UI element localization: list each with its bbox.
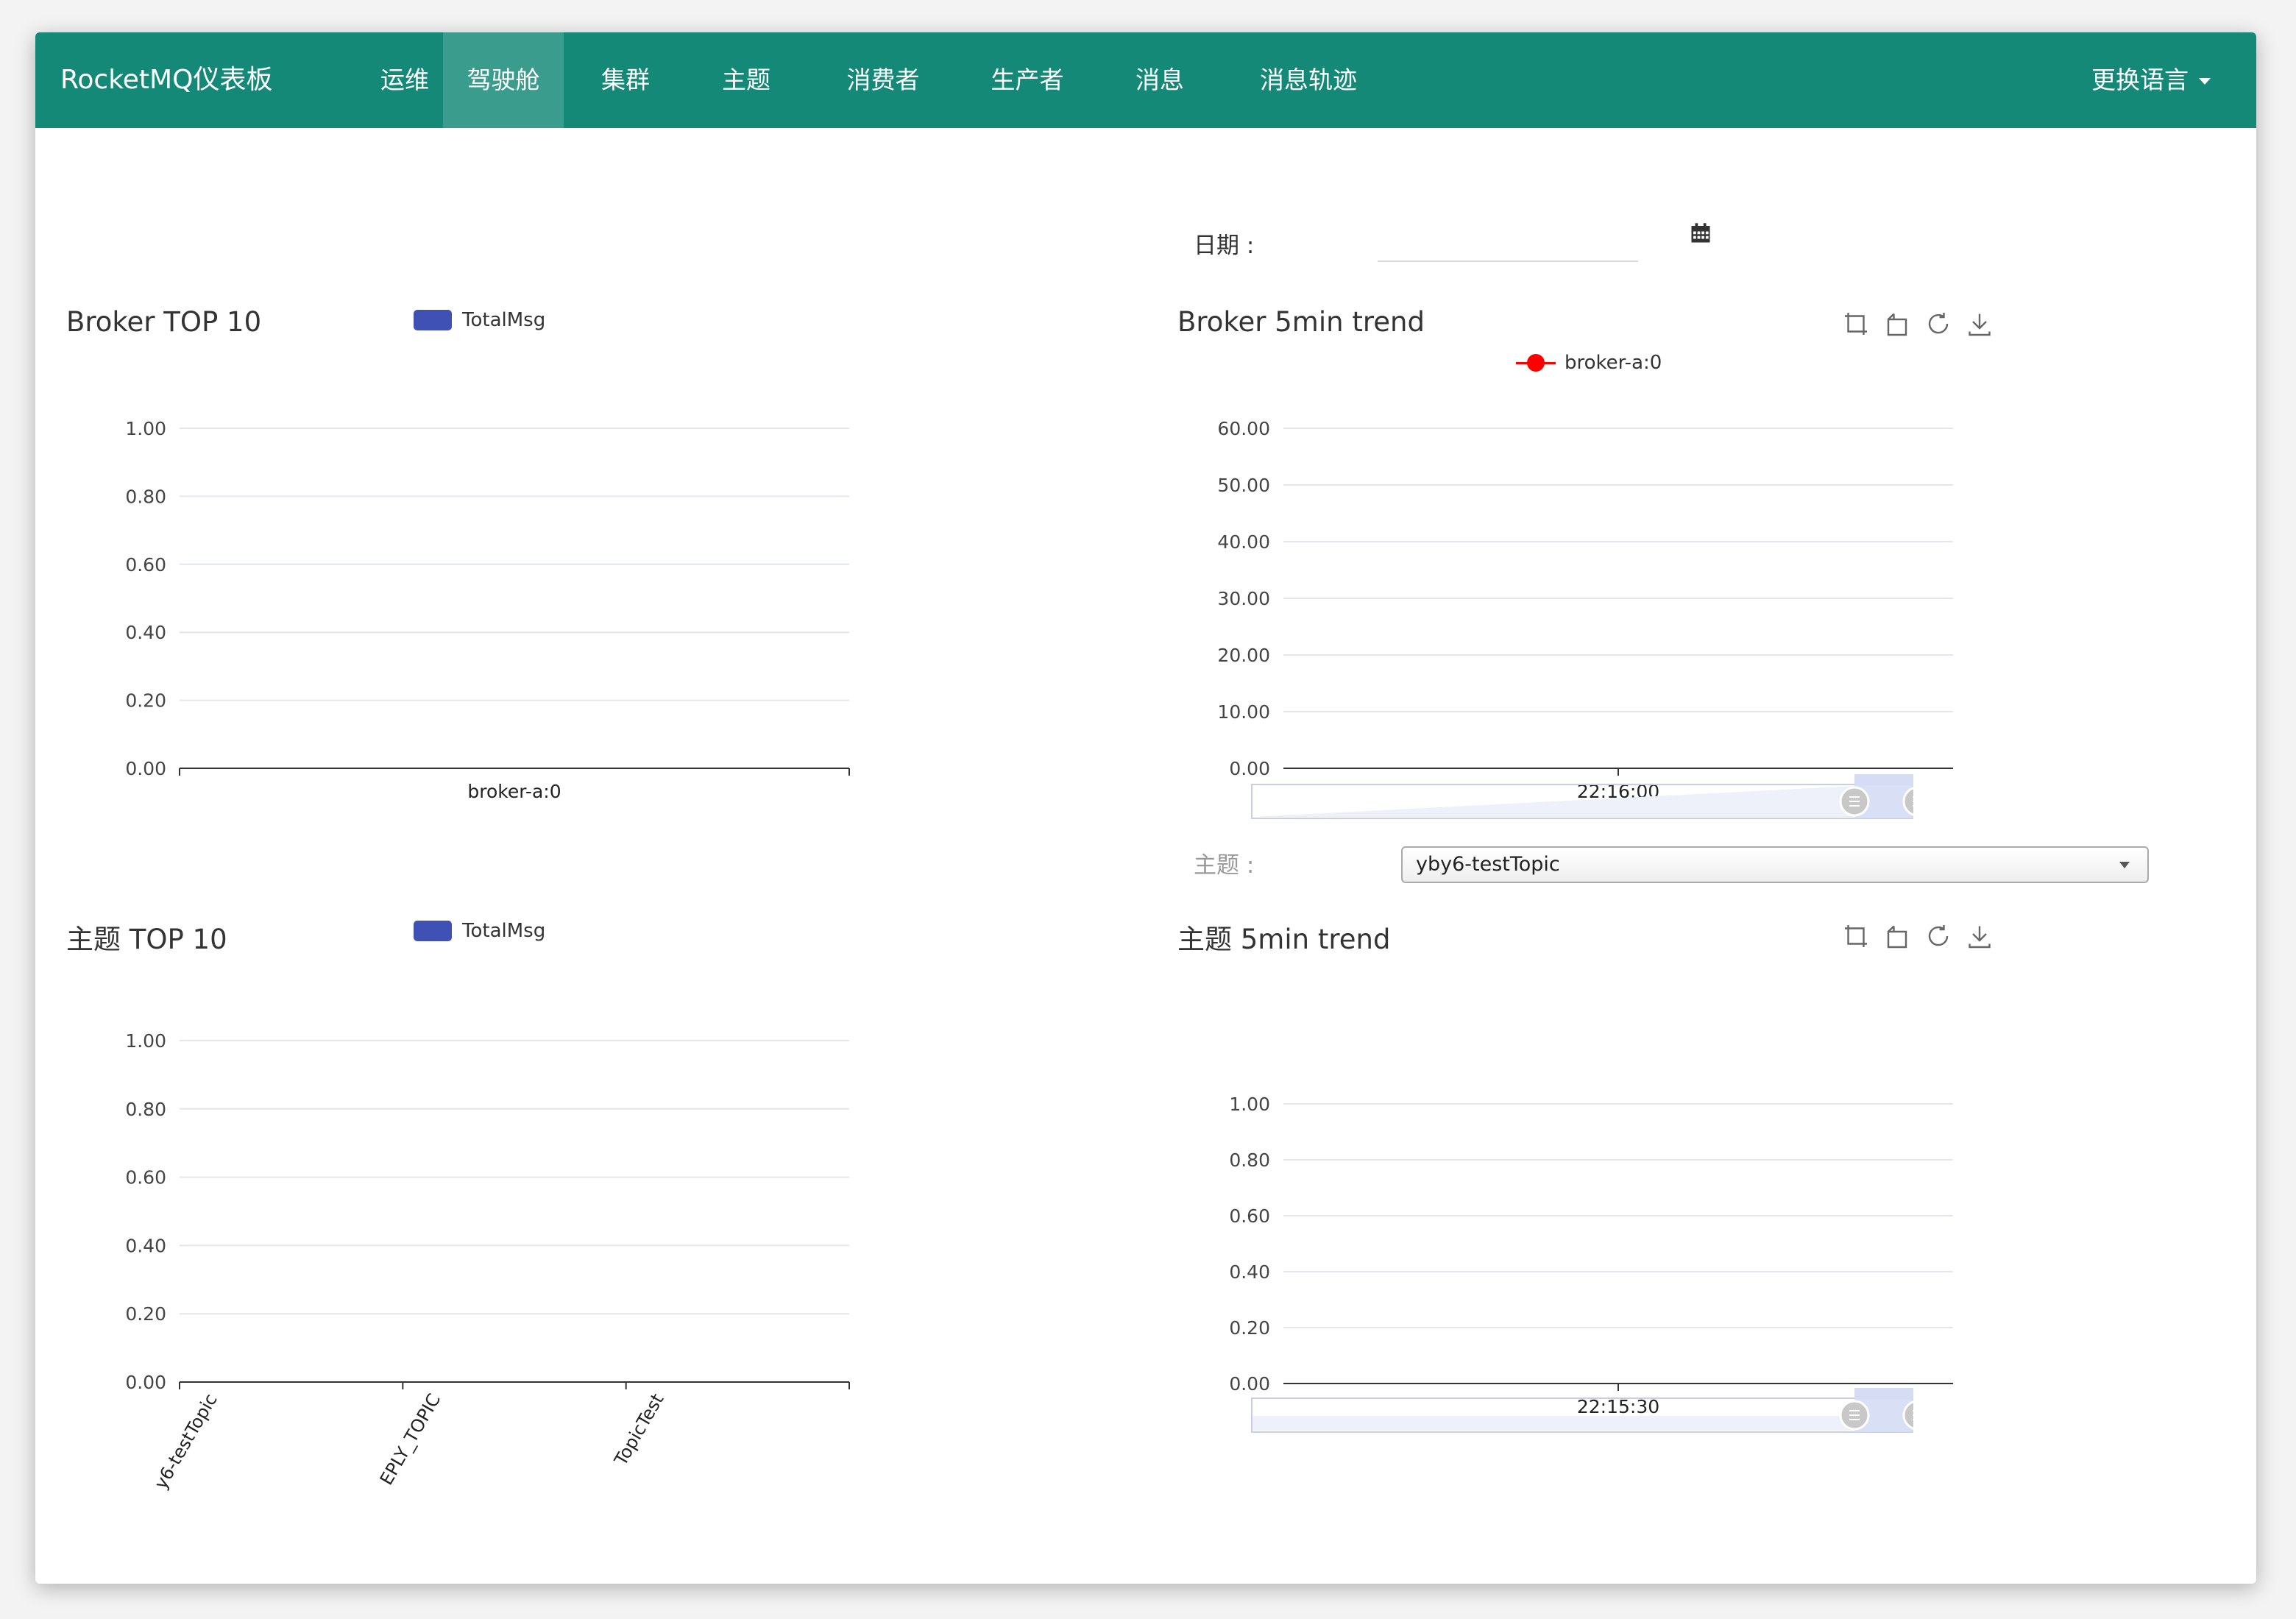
y-tick-label: 0.20 [125,1303,166,1325]
zoom-icon[interactable] [1843,923,1869,949]
legend-swatch [414,921,452,941]
y-tick-label: 0.60 [125,554,166,575]
broker-top10-chart: 1.00 0.80 0.60 0.40 0.20 0.00 broker-a:0 [125,418,850,802]
zoom-icon[interactable] [1843,311,1869,337]
x-tick-label: y6-testTopic [150,1390,222,1492]
zoom-reset-icon[interactable] [1884,311,1910,337]
topic-top10-title: 主题 TOP 10 [66,924,227,955]
nav-item-consumer[interactable]: 消费者 [830,32,936,128]
topic-top10-chart: 1.00 0.80 0.60 0.40 0.20 0.00y6-testTopic EPLY… [125,1030,850,1492]
download-icon[interactable] [1966,923,1993,949]
nav-item-topic[interactable]: 主题 [701,32,792,128]
caret-down-icon [2199,78,2211,85]
y-tick-label: 1.00 [1229,1094,1270,1115]
y-tick-label: 10.00 [1217,701,1270,723]
calendar-icon[interactable] [1690,222,1712,244]
date-label: 日期 : [1194,233,1255,259]
nav-item-ops[interactable]: 运维 [359,32,450,128]
x-tick-label: TopicTest [610,1390,668,1470]
broker-trend-title: Broker 5min trend [1177,306,1425,338]
broker-top10-legend[interactable]: TotalMsg [414,309,545,331]
y-tick-label: 0.40 [125,622,166,643]
app-window: RocketMQ仪表板 运维 驾驶舱 集群 主题 消费者 生产者 消息 消息轨迹… [35,32,2256,1584]
y-tick-label: 0.00 [125,1372,166,1393]
broker-trend-toolbox [1843,311,1993,337]
topic-trend-datazoom[interactable] [1251,1388,1913,1434]
y-tick-label: 50.00 [1217,475,1270,496]
restore-icon[interactable] [1925,923,1952,949]
y-tick-label: 0.80 [1229,1149,1270,1171]
topic-trend-title: 主题 5min trend [1177,924,1391,955]
broker-trend-datazoom[interactable] [1251,774,1913,820]
legend-label: broker-a:0 [1565,352,1662,374]
top-navbar: RocketMQ仪表板 运维 驾驶舱 集群 主题 消费者 生产者 消息 消息轨迹… [35,32,2256,128]
legend-swatch [414,310,452,330]
topic-select-value: yby6-testTopic [1416,853,1560,876]
nav-item-producer[interactable]: 生产者 [974,32,1080,128]
language-dropdown[interactable]: 更换语言 [2091,32,2211,128]
y-tick-label: 40.00 [1217,531,1270,553]
legend-label: TotalMsg [462,920,546,942]
y-tick-label: 1.00 [125,418,166,439]
y-tick-label: 30.00 [1217,588,1270,609]
date-input[interactable] [1378,225,1638,262]
y-tick-label: 0.20 [1229,1317,1270,1339]
y-tick-label: 0.40 [1229,1261,1270,1283]
topic-trend-toolbox [1843,923,1993,949]
download-icon[interactable] [1966,311,1993,337]
select-arrow-icon [2119,862,2130,868]
broker-trend-chart: 60.0050.0040.0030.0020.0010.000.0022:16:… [1217,418,1953,802]
y-tick-label: 0.80 [125,486,166,507]
y-tick-label: 0.60 [1229,1205,1270,1227]
nav-item-message-trace[interactable]: 消息轨迹 [1242,32,1375,128]
y-tick-label: 20.00 [1217,645,1270,666]
y-tick-label: 0.80 [125,1099,166,1120]
zoom-reset-icon[interactable] [1884,923,1910,949]
y-tick-label: 1.00 [125,1030,166,1052]
x-tick-label: broker-a:0 [467,781,561,802]
topic-top10-legend[interactable]: TotalMsg [414,920,545,942]
y-tick-label: 0.40 [125,1235,166,1256]
nav-item-message[interactable]: 消息 [1114,32,1205,128]
broker-trend-legend[interactable]: broker-a:0 [1516,352,1662,374]
y-tick-label: 0.20 [125,690,166,712]
legend-label: TotalMsg [462,309,546,331]
y-tick-label: 0.00 [125,758,166,779]
topic-filter-label: 主题 : [1194,852,1255,879]
broker-top10-title: Broker TOP 10 [66,306,262,338]
y-tick-label: 60.00 [1217,418,1270,439]
nav-item-cluster[interactable]: 集群 [580,32,671,128]
nav-item-dashboard[interactable]: 驾驶舱 [443,32,564,128]
topic-select[interactable]: yby6-testTopic [1401,846,2149,883]
language-label: 更换语言 [2091,65,2189,94]
legend-line-marker [1516,354,1556,372]
x-tick-label: EPLY_TOPIC [376,1390,444,1489]
restore-icon[interactable] [1925,311,1952,337]
y-tick-label: 0.60 [125,1167,166,1188]
brand-logo[interactable]: RocketMQ仪表板 [60,32,272,128]
